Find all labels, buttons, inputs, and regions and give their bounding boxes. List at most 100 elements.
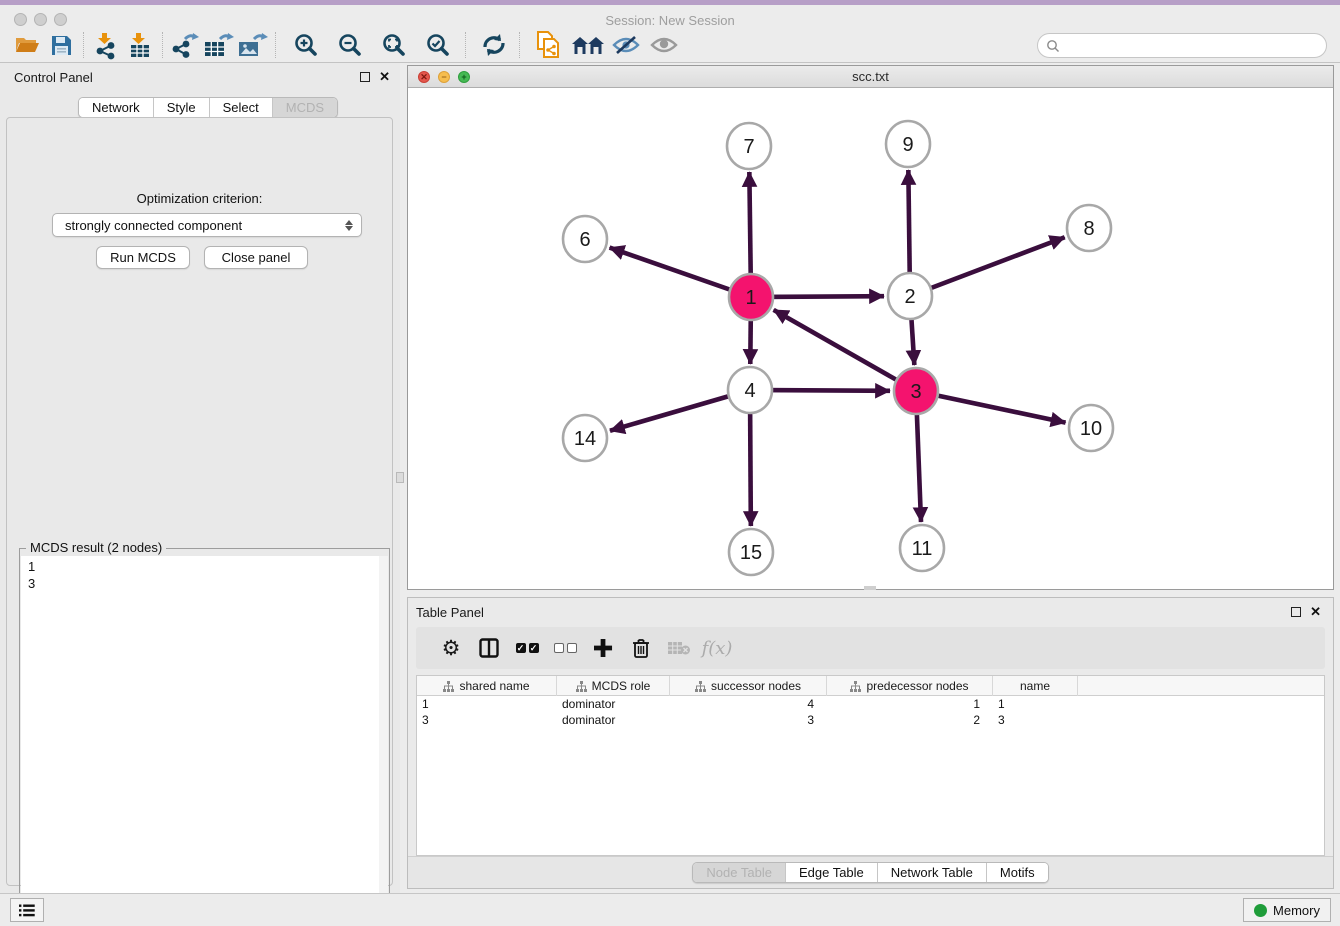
zoom-in-icon[interactable]: [289, 30, 323, 60]
toolbar-separator: [162, 32, 163, 58]
settings-gear-icon[interactable]: ⚙: [432, 631, 470, 665]
edge-2-8[interactable]: [910, 237, 1065, 296]
control-panel: Control Panel ✕ NetworkStyleSelectMCDS O…: [0, 63, 400, 893]
save-session-icon[interactable]: [44, 30, 78, 60]
tab-edge-table[interactable]: Edge Table: [785, 863, 877, 882]
houses-icon[interactable]: [571, 30, 605, 60]
show-eye-icon[interactable]: [647, 30, 681, 60]
table-panel-title: Table Panel: [416, 605, 484, 620]
graph-node-8[interactable]: 8: [1067, 205, 1111, 251]
memory-button[interactable]: Memory: [1243, 898, 1331, 922]
graph-node-15[interactable]: 15: [729, 529, 773, 575]
task-history-button[interactable]: [10, 898, 44, 922]
table-cell[interactable]: dominator: [557, 696, 670, 712]
float-panel-icon[interactable]: [360, 72, 370, 82]
graph-node-2[interactable]: 2: [888, 273, 932, 319]
mcds-result-list[interactable]: 13: [21, 556, 388, 926]
network-view-window: ✕ − + scc.txt 7 9 6 8 1 2 4 3 14 10 15 11: [407, 65, 1334, 590]
hierarchy-icon: [576, 681, 587, 692]
network-window-title: scc.txt: [408, 66, 1333, 87]
table-tabs-strip: Node TableEdge TableNetwork TableMotifs: [408, 856, 1333, 888]
node-label: 15: [740, 542, 762, 564]
table-header-row: shared nameMCDS rolesuccessor nodesprede…: [417, 676, 1324, 696]
panel-splitter-handle[interactable]: [396, 472, 404, 483]
delete-icon[interactable]: [622, 631, 660, 665]
table-row[interactable]: 3dominator323: [417, 712, 1324, 728]
table-cell[interactable]: 1: [827, 696, 993, 712]
graph-node-1[interactable]: 1: [729, 274, 773, 320]
graph-node-11[interactable]: 11: [900, 525, 944, 571]
node-table[interactable]: shared nameMCDS rolesuccessor nodesprede…: [416, 675, 1325, 856]
graph-node-14[interactable]: 14: [563, 415, 607, 461]
control-panel-tabbar: NetworkStyleSelectMCDS: [78, 97, 338, 118]
hierarchy-icon: [443, 681, 454, 692]
tab-node-table[interactable]: Node Table: [693, 863, 785, 882]
tab-network[interactable]: Network: [79, 98, 153, 117]
result-scrollbar[interactable]: [379, 556, 388, 926]
tab-network-table[interactable]: Network Table: [877, 863, 986, 882]
tab-mcds[interactable]: MCDS: [272, 98, 337, 117]
columns-icon[interactable]: [470, 631, 508, 665]
criterion-dropdown[interactable]: strongly connected component: [52, 213, 362, 237]
table-cell[interactable]: dominator: [557, 712, 670, 728]
add-icon[interactable]: [584, 631, 622, 665]
table-cell[interactable]: 1: [993, 696, 1078, 712]
graph-node-10[interactable]: 10: [1069, 405, 1113, 451]
refresh-icon[interactable]: [477, 30, 511, 60]
float-table-panel-icon[interactable]: [1291, 607, 1301, 617]
export-table-icon[interactable]: [202, 30, 236, 60]
run-mcds-button[interactable]: Run MCDS: [96, 246, 190, 269]
graph-node-7[interactable]: 7: [727, 123, 771, 169]
graph-node-6[interactable]: 6: [563, 216, 607, 262]
graph-node-4[interactable]: 4: [728, 367, 772, 413]
import-network-icon[interactable]: [89, 30, 123, 60]
table-cell[interactable]: 4: [670, 696, 827, 712]
network-resize-grip[interactable]: [864, 586, 876, 590]
import-table-icon[interactable]: [123, 30, 157, 60]
clone-network-icon[interactable]: [531, 30, 565, 60]
network-window-titlebar[interactable]: ✕ − + scc.txt: [408, 66, 1333, 88]
close-table-panel-icon[interactable]: ✕: [1310, 607, 1321, 617]
network-graph[interactable]: 7 9 6 8 1 2 4 3 14 10 15 11: [408, 88, 1333, 589]
network-canvas[interactable]: 7 9 6 8 1 2 4 3 14 10 15 11: [408, 88, 1333, 589]
deselect-all-icon[interactable]: [546, 631, 584, 665]
open-file-icon[interactable]: [10, 30, 44, 60]
table-cell[interactable]: 2: [827, 712, 993, 728]
zoom-out-icon[interactable]: [333, 30, 367, 60]
column-header-name[interactable]: name: [993, 676, 1078, 696]
column-header-successor-nodes[interactable]: successor nodes: [670, 676, 827, 696]
function-builder-icon: f(x): [698, 631, 736, 665]
table-cell[interactable]: 3: [417, 712, 557, 728]
close-panel-icon[interactable]: ✕: [379, 72, 390, 82]
column-header-predecessor-nodes[interactable]: predecessor nodes: [827, 676, 993, 696]
column-header-shared-name[interactable]: shared name: [417, 676, 557, 696]
close-panel-button[interactable]: Close panel: [204, 246, 308, 269]
graph-node-3[interactable]: 3: [894, 368, 938, 414]
graph-node-9[interactable]: 9: [886, 121, 930, 167]
hide-eye-icon[interactable]: [609, 30, 643, 60]
table-cell[interactable]: 1: [417, 696, 557, 712]
application-window: Session: New Session: [0, 0, 1340, 926]
zoom-fit-icon[interactable]: [377, 30, 411, 60]
dropdown-stepper-icon: [341, 216, 357, 234]
edge-3-1[interactable]: [774, 310, 916, 391]
memory-button-label: Memory: [1273, 903, 1320, 918]
delete-table-icon: [660, 631, 698, 665]
node-label: 2: [904, 286, 915, 308]
export-image-icon[interactable]: [236, 30, 270, 60]
column-header-MCDS-role[interactable]: MCDS role: [557, 676, 670, 696]
table-cell[interactable]: 3: [993, 712, 1078, 728]
toolbar-separator: [465, 32, 466, 58]
search-input[interactable]: [1037, 33, 1327, 58]
tab-select[interactable]: Select: [209, 98, 272, 117]
table-row[interactable]: 1dominator411: [417, 696, 1324, 712]
export-network-icon[interactable]: [168, 30, 202, 60]
tab-style[interactable]: Style: [153, 98, 209, 117]
window-titlebar[interactable]: Session: New Session: [0, 5, 1340, 28]
control-panel-title: Control Panel: [14, 70, 93, 85]
zoom-selected-icon[interactable]: [421, 30, 455, 60]
tab-motifs[interactable]: Motifs: [986, 863, 1048, 882]
table-cell[interactable]: 3: [670, 712, 827, 728]
mcds-tab-content: Optimization criterion: strongly connect…: [6, 117, 393, 886]
select-all-icon[interactable]: ✓✓: [508, 631, 546, 665]
